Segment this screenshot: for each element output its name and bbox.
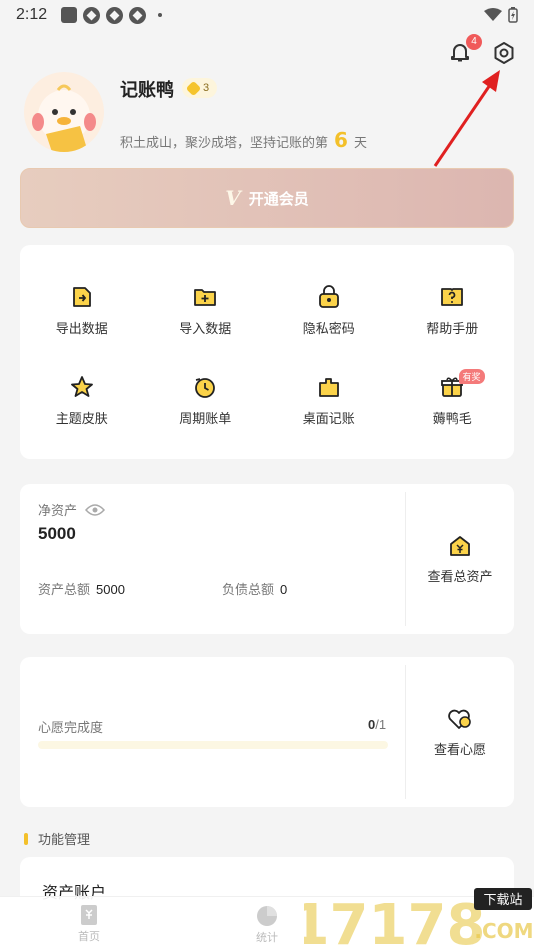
net-assets-label: 净资产 xyxy=(38,504,78,519)
net-assets-value: 5000 xyxy=(38,524,76,543)
grid-item-desktop[interactable]: 桌面记账 xyxy=(267,355,391,445)
watermark-domain: .COM xyxy=(474,919,533,943)
watermark-tag: 下载站 xyxy=(483,893,522,908)
grid-item-import[interactable]: 导入数据 xyxy=(144,265,268,355)
app-notification-icon xyxy=(106,6,124,24)
app-notification-icon xyxy=(61,7,78,23)
total-assets-value: 5000 xyxy=(96,582,125,597)
import-icon xyxy=(194,288,217,306)
tab-home[interactable]: 首页 xyxy=(0,897,178,950)
level-badge[interactable]: 3 xyxy=(182,78,218,98)
battery-icon xyxy=(508,7,518,23)
grid-item-theme[interactable]: 主题皮肤 xyxy=(20,355,144,445)
eye-icon[interactable] xyxy=(85,503,106,517)
settings-button[interactable] xyxy=(491,40,517,66)
avatar[interactable] xyxy=(24,72,104,152)
view-wishes-button[interactable]: 查看心愿 xyxy=(406,657,514,807)
ledger-icon xyxy=(81,904,97,925)
username: 记账鸭 xyxy=(120,80,174,101)
grid-item-help[interactable]: 帮助手册 xyxy=(391,265,515,355)
vip-icon: V xyxy=(225,186,241,210)
section-title: 功能管理 xyxy=(24,829,90,848)
notification-button[interactable]: 4 xyxy=(448,34,482,66)
export-icon xyxy=(72,286,91,307)
status-bar: 2:12 xyxy=(0,0,534,30)
total-debt-value: 0 xyxy=(280,582,288,597)
view-total-assets-button[interactable]: 查看总资产 xyxy=(406,484,514,634)
heart-icon xyxy=(448,709,471,729)
total-debt-label: 负债总额 xyxy=(222,583,275,598)
wish-card: 心愿完成度 0/1 查看心愿 xyxy=(20,657,514,807)
watermark-number: 17178 xyxy=(304,893,485,950)
help-book-icon xyxy=(441,287,464,306)
app-notification-icon xyxy=(83,6,101,24)
grid-item-export[interactable]: 导出数据 xyxy=(20,265,144,355)
lock-icon xyxy=(318,284,339,308)
wish-progress-bar xyxy=(38,741,388,749)
motto: 积土成山，聚沙成塔，坚持记账的第 6 天 xyxy=(120,128,367,152)
wish-count: 0/1 xyxy=(368,717,387,732)
wifi-icon xyxy=(484,8,502,21)
pie-chart-icon xyxy=(257,905,277,926)
watermark-logo: 17178 下载站 .COM xyxy=(304,888,534,950)
wish-progress-label: 心愿完成度 xyxy=(38,721,104,736)
days-count: 6 xyxy=(334,128,348,152)
cycle-icon xyxy=(195,377,216,398)
house-yen-icon xyxy=(450,535,470,556)
notification-badge: 4 xyxy=(466,34,482,50)
reward-badge: 有奖 xyxy=(458,369,485,384)
vip-banner-button[interactable]: V 开通会员 xyxy=(20,168,514,228)
grid-item-gift[interactable]: 薅鸭毛 有奖 xyxy=(391,355,515,445)
feature-grid: 导出数据 导入数据 隐私密码 帮助手册 主题皮肤 周期账单 桌面记账 薅鸭毛 有… xyxy=(20,245,514,459)
desktop-icon xyxy=(318,377,339,397)
grid-item-cycle-bill[interactable]: 周期账单 xyxy=(144,355,268,445)
more-notifications-icon xyxy=(158,13,163,17)
status-time: 2:12 xyxy=(16,6,48,23)
grid-item-privacy[interactable]: 隐私密码 xyxy=(267,265,391,355)
star-icon xyxy=(70,375,93,397)
app-notification-icon xyxy=(129,6,147,24)
level-icon xyxy=(185,80,202,96)
total-assets-label: 资产总额 xyxy=(38,583,91,598)
duck-avatar-icon xyxy=(32,84,96,152)
assets-card: 净资产 5000 资产总额 5000 负债总额 0 查看总资产 xyxy=(20,484,514,634)
gear-icon xyxy=(494,42,514,64)
